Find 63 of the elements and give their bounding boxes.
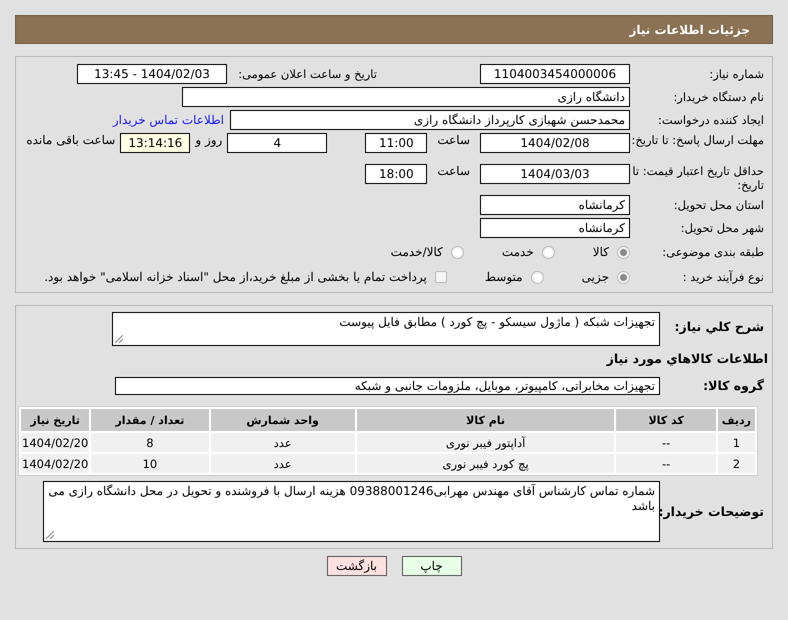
page-header: جزئیات اطلاعات نیاز — [15, 15, 773, 44]
field-label: حداقل تاریخ اعتبار قیمت: تا تاریخ: — [631, 164, 765, 192]
field-label: نوع فرآیند خرید : — [682, 270, 765, 284]
table-cell: عدد — [210, 433, 355, 452]
field-label: استان محل تحویل: — [672, 198, 765, 212]
back-button[interactable]: بازگشت — [326, 556, 386, 576]
column-header: نام کالا — [356, 409, 614, 431]
creator-field: محمدحسن شهبازی کارپرداز دانشگاه رازی — [230, 110, 630, 130]
category-radio[interactable]: خدمت — [502, 245, 555, 259]
table-cell: 8 — [91, 433, 209, 452]
city-field: کرمانشاه — [480, 218, 630, 238]
field-label: مهلت ارسال پاسخ: تا تاریخ: — [630, 133, 765, 147]
field-label: شماره نیاز: — [708, 67, 765, 81]
announce-date-field: 1404/02/03 - 13:45 — [77, 64, 227, 84]
description-textarea[interactable]: تجهیزات شبکه ( ماژول سیسکو - پچ کورد ) مطابق فایل پیوست — [112, 312, 660, 346]
table-cell: 2 — [718, 454, 755, 473]
field-label: تاریخ و ساعت اعلان عمومی: — [237, 67, 378, 81]
field-label: شهر محل تحویل: — [680, 221, 765, 235]
buyer-contact-link[interactable]: اطلاعات تماس خریدار — [112, 113, 224, 127]
table-cell: 1 — [718, 433, 755, 452]
goods-group-field: تجهیزات مخابراتی، کامپیوتر، موبایل، ملزومات جانبی و شبکه — [115, 377, 660, 395]
table-cell: 1404/02/20 — [21, 433, 90, 452]
remaining-label: ساعت باقی مانده — [26, 133, 116, 147]
time-label: ساعت — [437, 164, 470, 178]
category-radio[interactable]: کالا — [592, 245, 630, 259]
column-header: ردیف — [718, 409, 755, 431]
time-label: ساعت — [437, 133, 470, 147]
reply-date-field: 1404/02/08 — [480, 133, 630, 153]
remaining-time-field: 13:14:16 — [120, 133, 190, 153]
resize-grip-icon[interactable] — [46, 531, 54, 539]
resize-grip-icon[interactable] — [115, 335, 123, 343]
column-header: کد کالا — [616, 409, 716, 431]
field-label: ایجاد کننده درخواست: — [657, 113, 765, 127]
province-field: کرمانشاه — [480, 195, 630, 215]
column-header: تاریخ نیاز — [21, 409, 90, 431]
field-label: توضیحات خریدار: — [660, 503, 765, 519]
section-heading: اطلاعات کالاهاي مورد نياز — [605, 351, 769, 366]
field-label: گروه کالا: — [702, 379, 765, 393]
reply-time-field: 11:00 — [365, 133, 428, 153]
field-label: نام دستگاه خریدار: — [672, 90, 765, 104]
price-validity-time-field: 18:00 — [365, 164, 428, 184]
table-cell: آداپتور فیبر نوری — [356, 433, 614, 452]
column-header: تعداد / مقدار — [91, 409, 209, 431]
price-validity-date-field: 1404/03/03 — [480, 164, 630, 184]
column-header: واحد شمارش — [210, 409, 355, 431]
buyer-org-field: دانشگاه رازی — [182, 87, 630, 107]
buyer-notes-textarea[interactable]: شماره تماس کارشناس آقای مهندس مهرابی09388001246 هزینه ارسال با فروشنده و تحویل در محل دانشگاه رازی می باشد — [43, 481, 660, 542]
process-radio[interactable]: جزیی — [582, 270, 630, 284]
table-cell: -- — [616, 433, 716, 452]
table-cell: پچ کورد فیبر نوری — [356, 454, 614, 473]
print-button[interactable]: چاپ — [402, 556, 462, 576]
days-field: 4 — [227, 133, 328, 153]
need-number-field: 1104003454000006 — [480, 64, 630, 84]
treasury-checkbox[interactable]: پرداخت تمام یا بخشی از مبلغ خرید،از محل "اسناد خزانه اسلامی" خواهد بود. — [44, 270, 447, 284]
field-label: طبقه بندی موضوعی: — [661, 245, 765, 259]
table-cell: عدد — [210, 454, 355, 473]
process-radio[interactable]: متوسط — [484, 270, 544, 284]
table-cell: 1404/02/20 — [21, 454, 90, 473]
table-cell: 10 — [91, 454, 209, 473]
table-cell: -- — [616, 454, 716, 473]
field-label: شرح کلي نياز: — [674, 318, 765, 334]
days-label: روز و — [195, 133, 222, 147]
category-radio[interactable]: کالا/خدمت — [390, 245, 464, 259]
